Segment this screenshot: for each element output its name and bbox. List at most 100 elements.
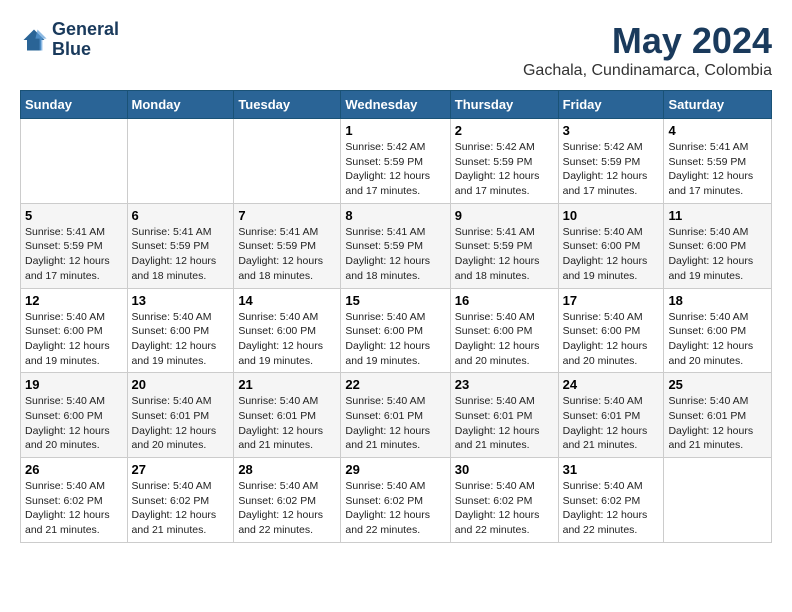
calendar-cell xyxy=(127,119,234,204)
day-number: 29 xyxy=(345,462,445,477)
calendar-cell: 15 Sunrise: 5:40 AMSunset: 6:00 PMDayligh… xyxy=(341,288,450,373)
day-number: 14 xyxy=(238,293,336,308)
calendar-cell: 25Sunrise: 5:40 AMSunset: 6:01 PMDayligh… xyxy=(664,373,772,458)
day-number: 22 xyxy=(345,377,445,392)
day-number: 27 xyxy=(132,462,230,477)
calendar-cell: 28Sunrise: 5:40 AMSunset: 6:02 PMDayligh… xyxy=(234,458,341,543)
calendar-cell: 1 Sunrise: 5:42 AMSunset: 5:59 PMDaylight… xyxy=(341,119,450,204)
day-info: Sunrise: 5:40 AMSunset: 6:02 PMDaylight:… xyxy=(563,479,660,538)
calendar-cell: 17 Sunrise: 5:40 AMSunset: 6:00 PMDayligh… xyxy=(558,288,664,373)
calendar-cell: 20 Sunrise: 5:40 AMSunset: 6:01 PMDayligh… xyxy=(127,373,234,458)
day-info: Sunrise: 5:40 AMSunset: 6:00 PMDaylight:… xyxy=(25,310,123,369)
day-info: Sunrise: 5:40 AMSunset: 6:02 PMDaylight:… xyxy=(345,479,445,538)
calendar-cell xyxy=(234,119,341,204)
day-number: 13 xyxy=(132,293,230,308)
calendar-cell: 10 Sunrise: 5:40 AMSunset: 6:00 PMDayligh… xyxy=(558,203,664,288)
day-number: 24 xyxy=(563,377,660,392)
calendar-cell: 13 Sunrise: 5:40 AMSunset: 6:00 PMDayligh… xyxy=(127,288,234,373)
day-number: 17 xyxy=(563,293,660,308)
header-row: SundayMondayTuesdayWednesdayThursdayFrid… xyxy=(21,91,772,119)
day-info: Sunrise: 5:40 AMSunset: 6:00 PMDaylight:… xyxy=(563,310,660,369)
day-number: 10 xyxy=(563,208,660,223)
calendar-cell: 31 Sunrise: 5:40 AMSunset: 6:02 PMDayligh… xyxy=(558,458,664,543)
day-info: Sunrise: 5:40 AMSunset: 6:02 PMDaylight:… xyxy=(25,479,123,538)
day-number: 16 xyxy=(455,293,554,308)
calendar-cell xyxy=(21,119,128,204)
day-info: Sunrise: 5:40 AMSunset: 6:01 PMDaylight:… xyxy=(455,394,554,453)
day-info: Sunrise: 5:40 AMSunset: 6:00 PMDaylight:… xyxy=(132,310,230,369)
calendar-cell: 29 Sunrise: 5:40 AMSunset: 6:02 PMDayligh… xyxy=(341,458,450,543)
week-row: 5 Sunrise: 5:41 AMSunset: 5:59 PMDaylight… xyxy=(21,203,772,288)
day-number: 9 xyxy=(455,208,554,223)
day-number: 30 xyxy=(455,462,554,477)
day-number: 7 xyxy=(238,208,336,223)
day-info: Sunrise: 5:40 AMSunset: 6:00 PMDaylight:… xyxy=(345,310,445,369)
day-number: 4 xyxy=(668,123,767,138)
day-info: Sunrise: 5:41 AMSunset: 5:59 PMDaylight:… xyxy=(238,225,336,284)
calendar-cell: 12 Sunrise: 5:40 AMSunset: 6:00 PMDayligh… xyxy=(21,288,128,373)
day-number: 25 xyxy=(668,377,767,392)
calendar-table: SundayMondayTuesdayWednesdayThursdayFrid… xyxy=(20,90,772,543)
calendar-cell: 8Sunrise: 5:41 AMSunset: 5:59 PMDaylight… xyxy=(341,203,450,288)
day-number: 28 xyxy=(238,462,336,477)
day-number: 6 xyxy=(132,208,230,223)
subtitle: Gachala, Cundinamarca, Colombia xyxy=(523,62,772,80)
day-info: Sunrise: 5:40 AMSunset: 6:01 PMDaylight:… xyxy=(563,394,660,453)
day-info: Sunrise: 5:41 AMSunset: 5:59 PMDaylight:… xyxy=(455,225,554,284)
day-info: Sunrise: 5:42 AMSunset: 5:59 PMDaylight:… xyxy=(345,140,445,199)
calendar-cell: 7 Sunrise: 5:41 AMSunset: 5:59 PMDaylight… xyxy=(234,203,341,288)
header-day: Friday xyxy=(558,91,664,119)
day-info: Sunrise: 5:40 AMSunset: 6:01 PMDaylight:… xyxy=(132,394,230,453)
day-info: Sunrise: 5:40 AMSunset: 6:00 PMDaylight:… xyxy=(563,225,660,284)
header-day: Thursday xyxy=(450,91,558,119)
day-info: Sunrise: 5:40 AMSunset: 6:00 PMDaylight:… xyxy=(238,310,336,369)
header-day: Sunday xyxy=(21,91,128,119)
calendar-cell: 22Sunrise: 5:40 AMSunset: 6:01 PMDayligh… xyxy=(341,373,450,458)
calendar-cell: 2 Sunrise: 5:42 AMSunset: 5:59 PMDaylight… xyxy=(450,119,558,204)
page-header: General Blue May 2024 Gachala, Cundinama… xyxy=(20,20,772,80)
day-info: Sunrise: 5:40 AMSunset: 6:00 PMDaylight:… xyxy=(668,225,767,284)
day-number: 20 xyxy=(132,377,230,392)
day-number: 2 xyxy=(455,123,554,138)
day-info: Sunrise: 5:40 AMSunset: 6:00 PMDaylight:… xyxy=(668,310,767,369)
day-info: Sunrise: 5:41 AMSunset: 5:59 PMDaylight:… xyxy=(132,225,230,284)
header-day: Wednesday xyxy=(341,91,450,119)
week-row: 1 Sunrise: 5:42 AMSunset: 5:59 PMDaylight… xyxy=(21,119,772,204)
calendar-cell: 6 Sunrise: 5:41 AMSunset: 5:59 PMDaylight… xyxy=(127,203,234,288)
calendar-cell: 16 Sunrise: 5:40 AMSunset: 6:00 PMDayligh… xyxy=(450,288,558,373)
day-info: Sunrise: 5:42 AMSunset: 5:59 PMDaylight:… xyxy=(455,140,554,199)
week-row: 26 Sunrise: 5:40 AMSunset: 6:02 PMDayligh… xyxy=(21,458,772,543)
week-row: 19 Sunrise: 5:40 AMSunset: 6:00 PMDayligh… xyxy=(21,373,772,458)
day-number: 23 xyxy=(455,377,554,392)
day-number: 18 xyxy=(668,293,767,308)
header-day: Monday xyxy=(127,91,234,119)
day-number: 21 xyxy=(238,377,336,392)
calendar-cell: 4 Sunrise: 5:41 AMSunset: 5:59 PMDaylight… xyxy=(664,119,772,204)
day-number: 12 xyxy=(25,293,123,308)
day-number: 5 xyxy=(25,208,123,223)
day-info: Sunrise: 5:40 AMSunset: 6:02 PMDaylight:… xyxy=(132,479,230,538)
day-info: Sunrise: 5:42 AMSunset: 5:59 PMDaylight:… xyxy=(563,140,660,199)
day-info: Sunrise: 5:41 AMSunset: 5:59 PMDaylight:… xyxy=(668,140,767,199)
calendar-cell: 5 Sunrise: 5:41 AMSunset: 5:59 PMDaylight… xyxy=(21,203,128,288)
calendar-cell xyxy=(664,458,772,543)
day-info: Sunrise: 5:40 AMSunset: 6:00 PMDaylight:… xyxy=(25,394,123,453)
day-number: 3 xyxy=(563,123,660,138)
day-info: Sunrise: 5:40 AMSunset: 6:01 PMDaylight:… xyxy=(238,394,336,453)
day-info: Sunrise: 5:41 AMSunset: 5:59 PMDaylight:… xyxy=(25,225,123,284)
calendar-cell: 18 Sunrise: 5:40 AMSunset: 6:00 PMDayligh… xyxy=(664,288,772,373)
title-block: May 2024 Gachala, Cundinamarca, Colombia xyxy=(523,20,772,80)
day-number: 8 xyxy=(345,208,445,223)
day-number: 1 xyxy=(345,123,445,138)
calendar-cell: 19 Sunrise: 5:40 AMSunset: 6:00 PMDayligh… xyxy=(21,373,128,458)
logo-text: General Blue xyxy=(52,20,119,60)
day-number: 15 xyxy=(345,293,445,308)
day-number: 19 xyxy=(25,377,123,392)
day-number: 26 xyxy=(25,462,123,477)
header-day: Tuesday xyxy=(234,91,341,119)
logo-icon xyxy=(20,26,48,54)
main-title: May 2024 xyxy=(523,20,772,62)
day-info: Sunrise: 5:40 AMSunset: 6:00 PMDaylight:… xyxy=(455,310,554,369)
day-number: 31 xyxy=(563,462,660,477)
calendar-cell: 30Sunrise: 5:40 AMSunset: 6:02 PMDayligh… xyxy=(450,458,558,543)
